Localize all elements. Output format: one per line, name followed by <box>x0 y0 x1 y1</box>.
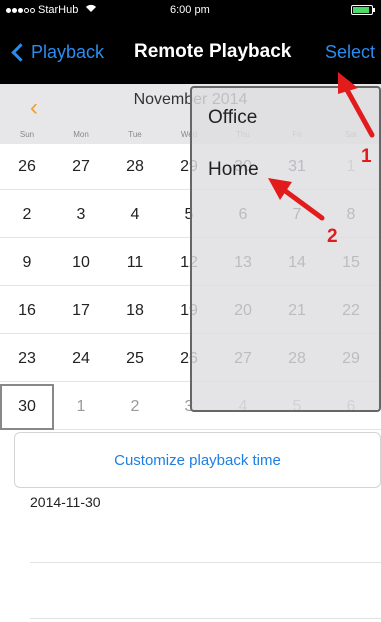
calendar-day[interactable]: 1 <box>54 384 108 430</box>
status-time: 6:00 pm <box>170 4 210 16</box>
signal-icon <box>6 7 35 13</box>
carrier-group: StarHub <box>6 4 97 16</box>
battery-icon <box>351 5 375 15</box>
annotation-arrow-1 <box>338 72 375 138</box>
calendar-day[interactable]: 24 <box>54 336 108 382</box>
weekday-label: Sun <box>19 130 35 139</box>
weekday-label: Tue <box>128 130 142 139</box>
page-title: Remote Playback <box>134 41 292 62</box>
back-button-label: Playback <box>31 41 105 62</box>
calendar-day[interactable]: 28 <box>108 144 162 190</box>
annotation-label-2: 2 <box>327 226 338 247</box>
selected-date-label: 2014-11-30 <box>30 494 101 510</box>
calendar-day[interactable]: 17 <box>54 288 108 334</box>
calendar-day[interactable]: 4 <box>108 192 162 238</box>
calendar-day[interactable]: 26 <box>0 144 54 190</box>
calendar-day-selected[interactable]: 30 <box>0 384 54 430</box>
divider <box>30 618 381 619</box>
calendar-day[interactable]: 3 <box>54 192 108 238</box>
calendar-day[interactable]: 23 <box>0 336 54 382</box>
weekday-label: Mon <box>73 130 89 139</box>
customize-playback-button[interactable]: Customize playback time <box>14 432 381 488</box>
calendar-day[interactable]: 2 <box>108 384 162 430</box>
divider <box>30 562 381 563</box>
calendar-day[interactable]: 11 <box>108 240 162 286</box>
calendar-day[interactable]: 2 <box>0 192 54 238</box>
carrier-label: StarHub <box>38 4 79 16</box>
calendar-day[interactable]: 25 <box>108 336 162 382</box>
back-button[interactable]: Playback <box>4 20 104 84</box>
chevron-left-icon <box>11 42 30 62</box>
calendar-day[interactable]: 16 <box>0 288 54 334</box>
annotation-arrow-2 <box>268 178 325 221</box>
annotation-label-1: 1 <box>361 146 372 167</box>
wifi-icon <box>85 4 97 16</box>
calendar-day[interactable]: 10 <box>54 240 108 286</box>
calendar-day[interactable]: 27 <box>54 144 108 190</box>
status-bar: StarHub 6:00 pm <box>0 0 381 20</box>
calendar-day[interactable]: 18 <box>108 288 162 334</box>
calendar-day[interactable]: 9 <box>0 240 54 286</box>
nav-bar: Playback Remote Playback Select <box>0 20 381 84</box>
